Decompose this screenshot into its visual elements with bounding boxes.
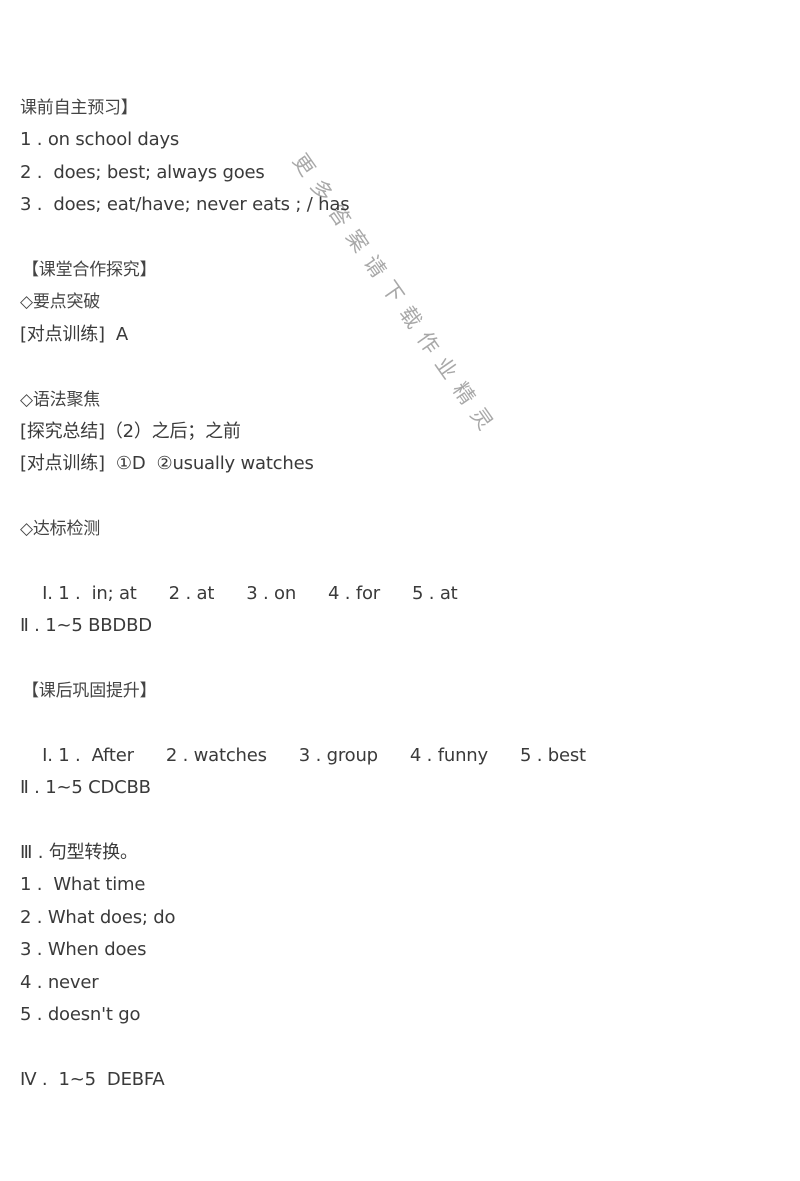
answer-row: Ⅰ. 1 . After 2 . watches 3 . group 4 . funn…: [20, 707, 780, 766]
answer-line: 4 . never: [20, 971, 99, 993]
subsection-title-grammar: ◇语法聚焦: [20, 389, 101, 410]
answer-item: 5 . at: [412, 582, 458, 604]
answer-line: 2 . What does; do: [20, 906, 176, 928]
section-title-preclass: 课前自主预习】: [20, 98, 138, 118]
section-title-afterclass: 【课后巩固提升】: [22, 681, 157, 702]
answer-line: Ⅱ . 1~5 CDCBB: [20, 777, 151, 799]
answer-item: 4 . for: [328, 582, 380, 604]
part3-title: Ⅲ . 句型转换。: [20, 841, 138, 863]
answer-line: 2 . does; best; always goes: [20, 161, 265, 183]
answer-item: 2 . at: [168, 582, 215, 604]
answer-line: [对点训练] A: [20, 323, 129, 345]
answer-line: Ⅳ . 1~5 DEBFA: [20, 1068, 165, 1090]
answer-line: [对点训练] ①D ②usually watches: [20, 453, 314, 475]
answer-item: 3 . on: [246, 582, 297, 604]
answer-line: 5 . doesn't go: [20, 1003, 141, 1025]
answer-line: [探究总结]（2）之后；之前: [20, 420, 241, 442]
subsection-title-check: ◇达标检测: [20, 519, 101, 540]
answer-line: 3 . does; eat/have; never eats ; / has: [20, 194, 350, 216]
answer-document: 课前自主预习】 1 . on school days 2 . does; bes…: [20, 92, 780, 1096]
answer-line: Ⅱ . 1~5 BBDBD: [20, 615, 152, 637]
answer-item: Ⅰ. 1 . After: [42, 744, 134, 766]
answer-row: Ⅰ. 1 . in; at 2 . at 3 . on 4 . for 5 . at: [20, 545, 780, 604]
answer-line: 3 . When does: [20, 939, 147, 961]
answer-line: 1 . What time: [20, 874, 146, 896]
answer-item: 5 . best: [519, 744, 586, 766]
answer-item: 3 . group: [298, 744, 378, 766]
answer-line: 1 . on school days: [20, 129, 180, 151]
subsection-title-key-points: ◇要点突破: [20, 292, 101, 313]
answer-item: 2 . watches: [165, 744, 267, 766]
section-title-inclass: 【课堂合作探究】: [22, 259, 157, 280]
answer-item: Ⅰ. 1 . in; at: [42, 582, 137, 604]
answer-item: 4 . funny: [409, 744, 488, 766]
